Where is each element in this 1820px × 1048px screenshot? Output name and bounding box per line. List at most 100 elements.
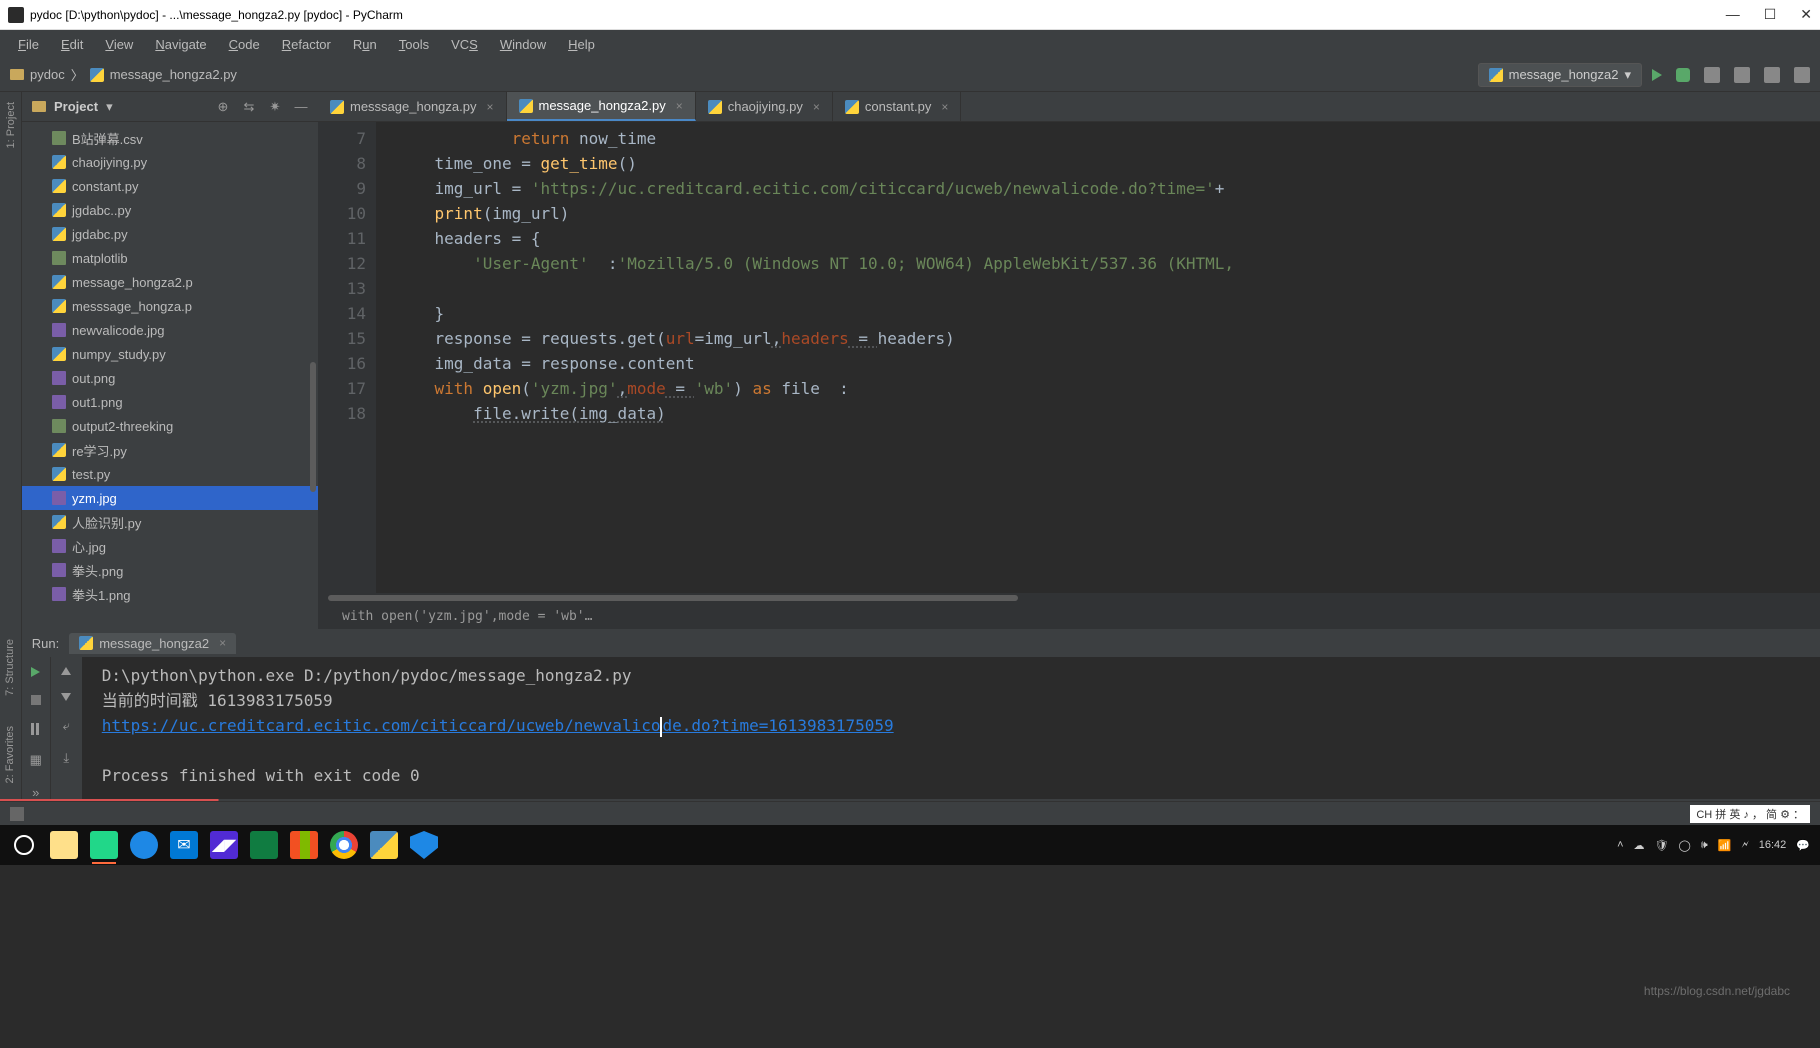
ime-indicator[interactable]: CH 拼 英 ♪ ， 简 ⚙ ： <box>1690 805 1810 823</box>
profile-button[interactable] <box>1734 67 1750 83</box>
editor-tab[interactable]: message_hongza2.py× <box>507 92 696 121</box>
tree-item[interactable]: jgdabc.py <box>22 222 318 246</box>
locate-icon[interactable]: ⊕ <box>216 100 230 114</box>
python-taskbar-icon[interactable] <box>370 831 398 859</box>
tree-item[interactable]: matplotlib <box>22 246 318 270</box>
down-icon[interactable] <box>61 693 71 701</box>
start-button[interactable] <box>10 831 38 859</box>
run-coverage-button[interactable] <box>1704 67 1720 83</box>
structure-tool-button[interactable]: 7: Structure <box>4 639 16 696</box>
tree-item[interactable]: constant.py <box>22 174 318 198</box>
tree-item[interactable]: B站弹幕.csv <box>22 126 318 150</box>
tree-item[interactable]: test.py <box>22 462 318 486</box>
expand-icon[interactable]: ⇆ <box>242 100 256 114</box>
tray-cloud-icon[interactable]: ☁ <box>1634 839 1645 852</box>
rerun-button[interactable] <box>31 667 40 677</box>
close-icon[interactable]: × <box>676 99 683 113</box>
tree-item[interactable]: yzm.jpg <box>22 486 318 510</box>
menu-code[interactable]: Code <box>219 33 270 56</box>
menu-tools[interactable]: Tools <box>389 33 439 56</box>
project-tool-button[interactable]: 1: Project <box>5 102 17 148</box>
favorites-tool-button[interactable]: 2: Favorites <box>4 726 16 783</box>
run-button[interactable] <box>1652 69 1662 81</box>
menu-help[interactable]: Help <box>558 33 605 56</box>
debug-button[interactable] <box>1676 68 1690 82</box>
tree-item[interactable]: output2-threeking <box>22 414 318 438</box>
scrollbar-thumb[interactable] <box>328 595 1018 601</box>
maximize-button[interactable]: ☐ <box>1764 6 1777 23</box>
menu-navigate[interactable]: Navigate <box>145 33 216 56</box>
layout-button[interactable]: ▦ <box>29 753 43 767</box>
tray-sound-icon[interactable]: 🕪 <box>1701 839 1708 852</box>
editor-tab[interactable]: chaojiying.py× <box>696 92 833 121</box>
menu-refactor[interactable]: Refactor <box>272 33 341 56</box>
tray-people-icon[interactable]: ◯ <box>1678 839 1690 852</box>
update-project-button[interactable] <box>1794 67 1810 83</box>
tree-item[interactable]: re学习.py <box>22 438 318 462</box>
settings-icon[interactable]: ✷ <box>268 100 282 114</box>
tree-item[interactable]: 拳头1.png <box>22 582 318 606</box>
file-explorer-icon[interactable] <box>50 831 78 859</box>
tray-shield-icon[interactable]: 🛡 <box>1655 839 1669 852</box>
console-output[interactable]: D:\python\python.exe D:/python/pydoc/mes… <box>82 657 1820 799</box>
minimize-button[interactable]: — <box>1726 6 1740 23</box>
console-link[interactable]: https://uc.creditcard.ecitic.com/citicca… <box>102 716 661 735</box>
console-link[interactable]: de.do?time=1613983175059 <box>662 716 893 735</box>
up-icon[interactable] <box>61 667 71 675</box>
tree-item[interactable]: jgdabc..py <box>22 198 318 222</box>
tray-battery-icon[interactable]: 🗲 <box>1741 839 1748 852</box>
excel-icon[interactable] <box>250 831 278 859</box>
edge-icon[interactable] <box>130 831 158 859</box>
close-icon[interactable]: × <box>219 636 226 650</box>
editor-breadcrumb[interactable]: with open('yzm.jpg',mode = 'wb'… <box>318 603 1820 629</box>
tree-item[interactable]: numpy_study.py <box>22 342 318 366</box>
tray-clock[interactable]: 16:42 <box>1759 839 1787 851</box>
editor-hscrollbar[interactable] <box>318 593 1820 603</box>
more-button[interactable]: » <box>29 785 43 799</box>
menu-vcs[interactable]: VCS <box>441 33 488 56</box>
close-icon[interactable]: × <box>941 100 948 114</box>
hide-icon[interactable]: — <box>294 100 308 114</box>
menu-view[interactable]: View <box>95 33 143 56</box>
stop-button[interactable] <box>31 695 41 705</box>
system-tray[interactable]: ˄ ☁ 🛡 ◯ 🕪 📶 🗲 16:42 💬 <box>1617 839 1810 852</box>
tree-item[interactable]: 人脸识别.py <box>22 510 318 534</box>
run-tab[interactable]: message_hongza2 × <box>69 633 236 654</box>
tree-item[interactable]: messsage_hongza.p <box>22 294 318 318</box>
editor-tab[interactable]: messsage_hongza.py× <box>318 92 507 121</box>
security-icon[interactable] <box>410 831 438 859</box>
menu-file[interactable]: File <box>8 33 49 56</box>
editor-body[interactable]: 789101112131415161718 return now_time ti… <box>318 122 1820 593</box>
scroll-end-button[interactable]: ⤓ <box>59 751 73 765</box>
close-icon[interactable]: × <box>813 100 820 114</box>
tree-item[interactable]: 心.jpg <box>22 534 318 558</box>
run-config-selector[interactable]: message_hongza2 ▾ <box>1478 63 1642 87</box>
microsoft-store-icon[interactable] <box>290 831 318 859</box>
tree-item[interactable]: 拳头.png <box>22 558 318 582</box>
mail-icon[interactable]: ✉ <box>170 831 198 859</box>
tree-item[interactable]: out.png <box>22 366 318 390</box>
menu-edit[interactable]: Edit <box>51 33 93 56</box>
soft-wrap-button[interactable]: ⤶ <box>59 719 73 733</box>
pause-button[interactable] <box>31 723 41 735</box>
breadcrumb-root[interactable]: pydoc <box>30 67 65 82</box>
scrollbar-thumb[interactable] <box>310 362 316 492</box>
close-icon[interactable]: × <box>486 100 493 114</box>
tree-item[interactable]: message_hongza2.p <box>22 270 318 294</box>
chrome-icon[interactable] <box>330 831 358 859</box>
breadcrumb[interactable]: pydoc 〉 message_hongza2.py <box>10 65 237 84</box>
menu-run[interactable]: Run <box>343 33 387 56</box>
tree-item[interactable]: newvalicode.jpg <box>22 318 318 342</box>
pycharm-taskbar-icon[interactable] <box>90 831 118 859</box>
search-everywhere-button[interactable] <box>1764 67 1780 83</box>
close-button[interactable]: ✕ <box>1800 6 1812 23</box>
dropdown-icon[interactable]: ▾ <box>106 99 113 115</box>
breadcrumb-file[interactable]: message_hongza2.py <box>110 67 237 82</box>
visual-studio-icon[interactable]: ◢◤ <box>210 831 238 859</box>
code-content[interactable]: return now_time time_one = get_time() im… <box>376 122 1820 593</box>
file-tree[interactable]: B站弹幕.csvchaojiying.pyconstant.pyjgdabc..… <box>22 122 318 629</box>
menu-window[interactable]: Window <box>490 33 556 56</box>
tray-network-icon[interactable]: 📶 <box>1718 839 1732 852</box>
tray-notification-icon[interactable]: 💬 <box>1796 839 1810 852</box>
tool-window-toggle[interactable] <box>10 807 24 821</box>
